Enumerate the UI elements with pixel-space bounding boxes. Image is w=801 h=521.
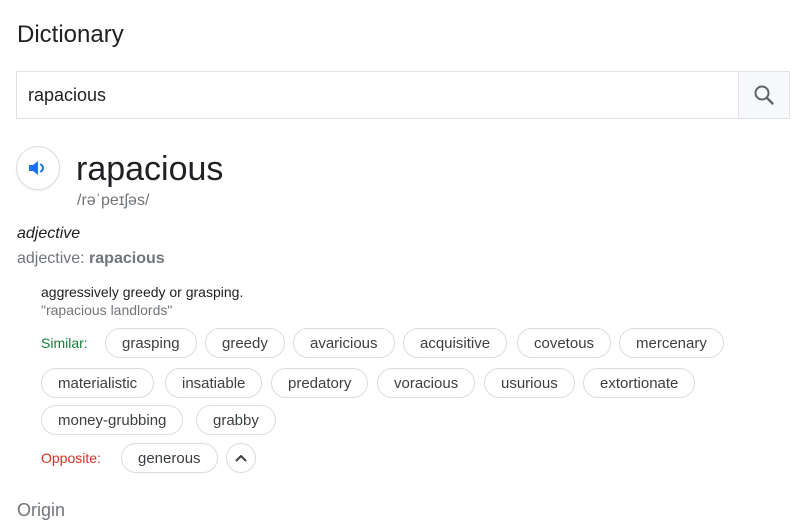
collapse-button[interactable] — [226, 443, 256, 473]
speaker-icon — [29, 161, 45, 175]
part-of-speech-detail: adjective: rapacious — [17, 250, 165, 268]
similar-label: Similar: — [41, 335, 88, 351]
synonym-chip[interactable]: grasping — [105, 328, 197, 358]
synonym-chip[interactable]: grabby — [196, 405, 276, 435]
example-text: "rapacious landlords" — [41, 302, 173, 318]
pos-word: rapacious — [89, 250, 165, 267]
antonym-chip[interactable]: generous — [121, 443, 218, 473]
chevron-up-icon — [235, 455, 247, 462]
definition-text: aggressively greedy or grasping. — [41, 284, 244, 300]
synonym-chip[interactable]: covetous — [517, 328, 612, 358]
synonym-chip[interactable]: avaricious — [293, 328, 395, 358]
synonym-chip[interactable]: money-grubbing — [41, 405, 184, 435]
origin-heading[interactable]: Origin — [17, 500, 65, 521]
pronunciation-audio-button[interactable] — [16, 146, 60, 190]
synonym-chip[interactable]: mercenary — [619, 328, 724, 358]
opposite-label: Opposite: — [41, 450, 101, 466]
synonym-chip[interactable]: acquisitive — [403, 328, 508, 358]
phonetic-spelling: /rəˈpeɪʃəs/ — [77, 192, 150, 209]
search-input[interactable] — [17, 72, 738, 118]
synonym-chip[interactable]: greedy — [205, 328, 285, 358]
headword: rapacious — [76, 150, 224, 188]
search-icon — [754, 85, 774, 105]
search-button[interactable] — [738, 72, 789, 118]
synonym-chip[interactable]: predatory — [271, 368, 369, 398]
search-bar — [16, 71, 790, 119]
page-title: Dictionary — [17, 21, 124, 48]
synonym-chip[interactable]: insatiable — [165, 368, 263, 398]
synonym-chip[interactable]: voracious — [377, 368, 476, 398]
pos-prefix: adjective: — [17, 250, 90, 267]
part-of-speech: adjective — [17, 225, 81, 242]
synonym-chip[interactable]: materialistic — [41, 368, 155, 398]
synonym-chip[interactable]: usurious — [484, 368, 575, 398]
synonym-chip[interactable]: extortionate — [583, 368, 696, 398]
